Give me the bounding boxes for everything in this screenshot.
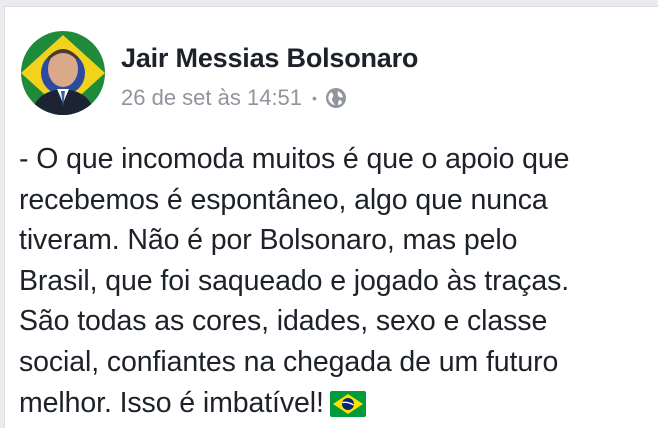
post-timestamp[interactable]: 26 de set às 14:51 [121,85,302,111]
post-card: Jair Messias Bolsonaro 26 de set às 14:5… [4,6,658,428]
post-text-line: tiveram. Não é por Bolsonaro, mas pelo [19,224,518,257]
brazil-flag-icon [329,388,366,417]
post-text-last-line: melhor. Isso é imbatível! [19,383,649,424]
post-meta: 26 de set às 14:51 • [121,85,347,111]
post-text-line: São todas as cores, idades, sexo e class… [19,305,548,338]
post-text-line: Brasil, que foi saqueado e jogado às tra… [19,264,570,297]
avatar[interactable] [21,31,105,115]
post-header: Jair Messias Bolsonaro 26 de set às 14:5… [21,31,641,115]
post-text-line: social, confiantes na chegada de um futu… [19,345,559,378]
post-text-line: recebemos é espontâneo, algo que nunca [19,183,548,216]
post-body: - O que incomoda muitos é que o apoio qu… [19,139,649,423]
post-text-line: melhor. Isso é imbatível! [19,386,324,419]
post-author-name[interactable]: Jair Messias Bolsonaro [121,43,418,74]
meta-separator: • [312,90,317,106]
avatar-image [21,31,105,115]
globe-icon[interactable] [325,87,347,109]
post-text-line: - O que incomoda muitos é que o apoio qu… [19,143,570,175]
